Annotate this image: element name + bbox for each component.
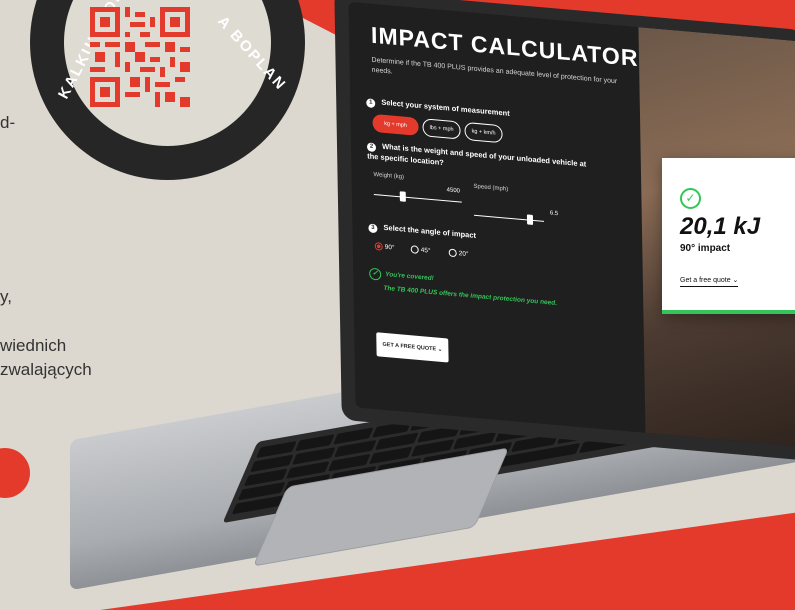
qr-code-image[interactable] xyxy=(90,7,190,107)
radio-selected-icon xyxy=(374,242,383,251)
check-circle-icon: ✓ xyxy=(680,188,701,209)
side-text-1: d- xyxy=(0,113,16,132)
speed-value: 6.5 xyxy=(549,210,559,218)
get-free-quote-button[interactable]: GET A FREE QUOTE ⌄ xyxy=(376,332,449,363)
speed-label: Speed (mph) xyxy=(473,183,509,193)
result-card: ✓ 20,1 kJ 90° impact Get a free quote ⌄ xyxy=(662,158,795,314)
free-quote-link[interactable]: Get a free quote ⌄ xyxy=(680,276,739,287)
quote-button-label: GET A FREE QUOTE xyxy=(382,341,437,353)
speed-slider-track[interactable] xyxy=(474,214,545,222)
weight-slider-track[interactable] xyxy=(373,193,462,203)
angle-label: 90° xyxy=(384,243,395,252)
covered-message: The TB 400 PLUS offers the impact protec… xyxy=(383,284,558,308)
step-3-label: 3 Select the angle of impact xyxy=(368,221,476,241)
angle-option-45[interactable]: 45° xyxy=(410,245,431,255)
angle-option-20[interactable]: 20° xyxy=(448,248,469,259)
radio-icon xyxy=(448,248,457,258)
step-number: 1 xyxy=(366,98,376,109)
speed-slider-thumb[interactable] xyxy=(526,214,534,225)
step-text: What is the weight and speed of your unl… xyxy=(367,141,587,169)
weight-slider-thumb[interactable] xyxy=(399,191,406,202)
side-text-4: zwalających xyxy=(0,360,92,379)
red-circle-decoration xyxy=(0,448,30,498)
covered-title-text: You're covered! xyxy=(385,270,434,283)
weight-label: Weight (kg) xyxy=(373,171,405,181)
qr-badge: KALKULATOR A BOPLAN xyxy=(30,0,305,180)
check-circle-icon: ✓ xyxy=(369,267,382,281)
unit-option-kg-mph[interactable]: kg + mph xyxy=(372,113,419,136)
covered-title: ✓ You're covered! xyxy=(369,267,434,286)
side-text-2: y, xyxy=(0,287,12,306)
unit-option-lbs-mph[interactable]: lbs + mph xyxy=(422,118,461,140)
angle-option-90[interactable]: 90° xyxy=(374,242,395,252)
angle-label: 45° xyxy=(420,246,431,255)
step-text: Select the angle of impact xyxy=(383,222,477,240)
impact-angle: 90° impact xyxy=(680,243,731,254)
step-number: 3 xyxy=(368,223,378,234)
energy-value: 20,1 kJ xyxy=(680,213,761,240)
step-text: Select your system of measurement xyxy=(381,97,510,118)
weight-value: 4500 xyxy=(446,187,461,195)
radio-icon xyxy=(410,245,419,254)
free-quote-link-text: Get a free quote xyxy=(680,277,731,284)
unit-option-kg-kmh[interactable]: kg + km/h xyxy=(464,121,503,144)
side-text-3: wiednich xyxy=(0,336,67,355)
angle-label: 20° xyxy=(458,250,469,259)
